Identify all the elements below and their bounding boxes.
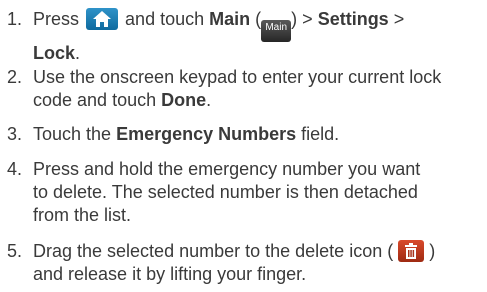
step-text: Use the onscreen keypad to enter your cu… — [33, 66, 481, 112]
instructions: 1. Press and touch Main (Main) > Setting… — [0, 0, 487, 292]
step-text: Touch the Emergency Numbers field. — [33, 123, 481, 146]
trash-icon — [398, 240, 425, 262]
step-text-fragment: from the list. — [33, 205, 132, 225]
step-text-fragment: Drag the selected number to the delete i… — [33, 241, 394, 261]
step-number: 5. — [7, 241, 23, 261]
step-text-fragment: ) — [429, 241, 436, 261]
done-label: Done — [161, 90, 207, 110]
step-text-fragment: and release it by lifting your finger. — [33, 264, 307, 284]
step-text-fragment: > — [297, 9, 318, 29]
step-text: Drag the selected number to the delete i… — [33, 240, 481, 286]
step-text-fragment: to delete. The selected number is then d… — [33, 182, 418, 202]
step-text-fragment: Touch the — [33, 124, 117, 144]
step-text-fragment: . — [75, 43, 81, 63]
home-icon — [86, 8, 119, 30]
step-text-fragment: Use the onscreen keypad to enter your cu… — [33, 67, 442, 87]
step-text-fragment: Press and hold the emergency number you … — [33, 159, 421, 179]
main-label: Main — [209, 9, 251, 29]
step-number: 3. — [7, 124, 23, 144]
emergency-numbers-label: Emergency Numbers — [116, 124, 297, 144]
lock-label: Lock — [33, 43, 76, 63]
step-text-fragment: > — [388, 9, 405, 29]
step-number: 1. — [7, 9, 23, 29]
step-text-fragment: code and touch — [33, 90, 162, 110]
step-text-fragment: Press — [33, 9, 80, 29]
step-text: Press and touch Main (Main) > Settings >… — [33, 8, 481, 65]
step-text-fragment: . — [206, 90, 212, 110]
step-text-fragment: and touch — [125, 9, 205, 29]
step-text-fragment: field. — [296, 124, 340, 144]
main-menu-icon: Main — [261, 20, 292, 42]
step-number: 4. — [7, 159, 23, 179]
settings-label: Settings — [317, 9, 389, 29]
step-number: 2. — [7, 67, 23, 87]
step-text: Press and hold the emergency number you … — [33, 158, 481, 227]
